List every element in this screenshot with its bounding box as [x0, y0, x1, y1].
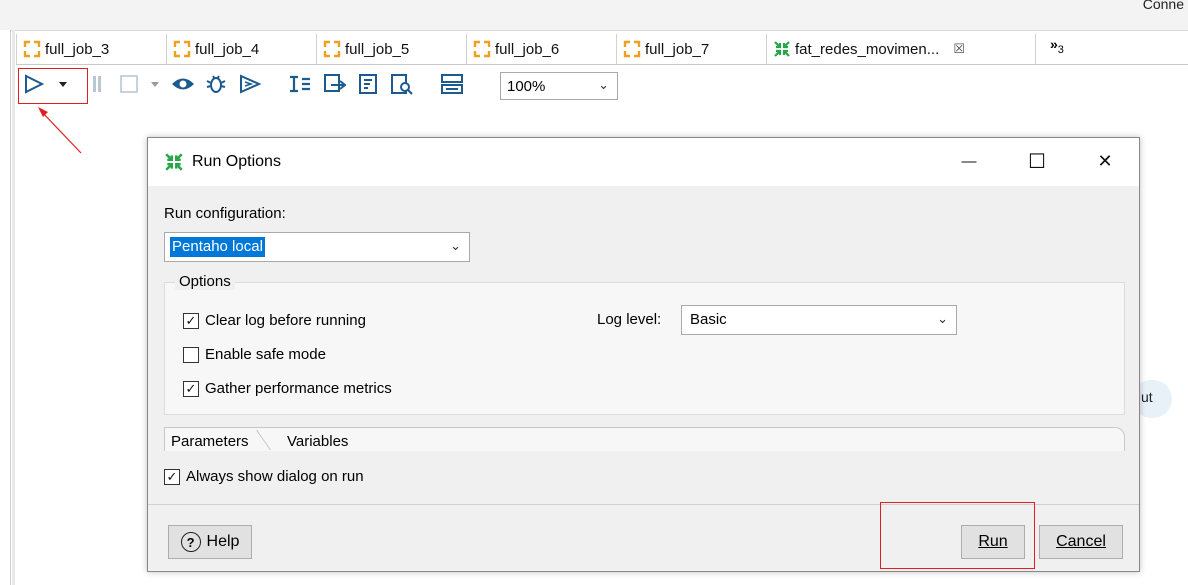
log-level-value: Basic — [690, 311, 727, 328]
run-configuration-value: Pentaho local — [170, 237, 265, 257]
log-level-select[interactable]: Basic ⌄ — [681, 305, 957, 335]
gather-metrics-checkbox[interactable]: ✓ Gather performance metrics — [183, 380, 392, 397]
annotation-run-button-highlight — [880, 502, 1035, 569]
tab-variables[interactable]: Variables — [287, 433, 348, 450]
dialog-title: Run Options — [192, 153, 281, 170]
always-show-checkbox[interactable]: ✓ Always show dialog on run — [164, 468, 364, 485]
safe-mode-checkbox[interactable]: Enable safe mode — [183, 346, 326, 363]
checkbox-checked-icon: ✓ — [183, 312, 199, 329]
safe-mode-label: Enable safe mode — [205, 346, 326, 363]
checkbox-checked-icon: ✓ — [164, 468, 180, 485]
close-button[interactable]: ✕ — [1092, 150, 1118, 172]
help-button[interactable]: ? Help — [168, 525, 252, 559]
cancel-button[interactable]: Cancel — [1039, 525, 1123, 559]
maximize-button[interactable]: ☐ — [1024, 150, 1050, 173]
dialog-title-bar[interactable]: Run Options — ☐ ✕ — [148, 138, 1139, 186]
minimize-button[interactable]: — — [956, 150, 982, 172]
help-icon: ? — [180, 532, 201, 552]
close-icon: ✕ — [1097, 150, 1113, 171]
chevron-down-icon: ⌄ — [450, 238, 461, 253]
run-configuration-label: Run configuration: — [164, 205, 286, 222]
minimize-icon: — — [961, 152, 977, 170]
always-show-label: Always show dialog on run — [186, 468, 364, 485]
options-group: Options ✓ Clear log before running Enabl… — [164, 273, 1125, 415]
clear-log-label: Clear log before running — [205, 312, 366, 329]
checkbox-unchecked-icon — [183, 346, 199, 363]
gather-metrics-label: Gather performance metrics — [205, 380, 392, 397]
checkbox-checked-icon: ✓ — [183, 380, 199, 397]
cancel-label: Cancel — [1056, 533, 1106, 550]
help-label: Help — [206, 533, 240, 550]
options-legend: Options — [175, 273, 235, 290]
log-level-label: Log level: — [597, 311, 662, 328]
maximize-icon: ☐ — [1028, 150, 1046, 173]
annotation-arrow-toolbar — [38, 107, 82, 154]
transformation-icon — [165, 153, 183, 171]
clear-log-checkbox[interactable]: ✓ Clear log before running — [183, 312, 366, 329]
tab-parameters[interactable]: Parameters — [171, 433, 249, 450]
chevron-down-icon: ⌄ — [937, 311, 948, 326]
run-configuration-select[interactable]: Pentaho local ⌄ — [164, 232, 470, 262]
parameters-variables-tabs: Parameters Variables — [164, 427, 1125, 451]
